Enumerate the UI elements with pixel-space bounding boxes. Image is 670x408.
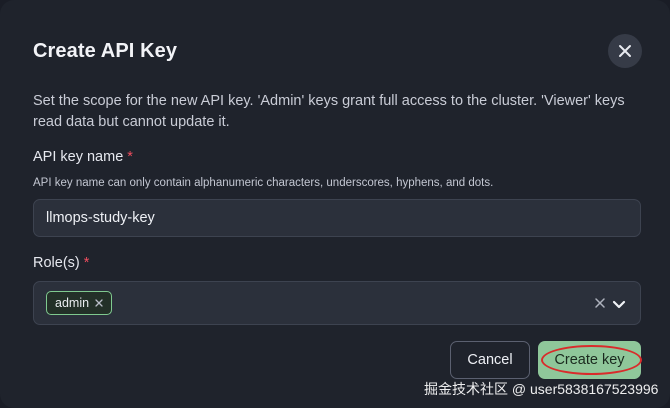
close-button[interactable] xyxy=(608,34,642,68)
api-key-name-label-text: API key name xyxy=(33,149,124,165)
create-api-key-dialog: Create API Key Set the scope for the new… xyxy=(0,0,670,408)
x-icon xyxy=(95,299,103,307)
api-key-name-input[interactable] xyxy=(33,199,641,237)
dialog-description: Set the scope for the new API key. 'Admi… xyxy=(33,93,625,130)
required-marker: * xyxy=(127,149,133,165)
watermark: 掘金技术社区 @ user5838167523996 xyxy=(424,381,659,397)
api-key-name-label: API key name * xyxy=(33,149,133,165)
create-key-button[interactable]: Create key xyxy=(538,341,641,379)
close-icon xyxy=(619,45,631,57)
cancel-button[interactable]: Cancel xyxy=(450,341,530,379)
clear-icon[interactable] xyxy=(593,296,607,310)
chip-remove-button[interactable] xyxy=(95,299,103,307)
required-marker: * xyxy=(83,255,90,271)
role-chip-label: admin xyxy=(55,296,90,310)
chevron-down-icon[interactable] xyxy=(611,296,627,312)
dialog-title: Create API Key xyxy=(33,40,178,62)
roles-label: Role(s) * xyxy=(33,255,89,271)
role-chip-admin: admin xyxy=(46,291,113,315)
roles-label-text: Role(s) xyxy=(33,255,80,271)
api-key-name-hint: API key name can only contain alphanumer… xyxy=(33,177,494,189)
roles-select[interactable]: admin xyxy=(33,281,641,325)
